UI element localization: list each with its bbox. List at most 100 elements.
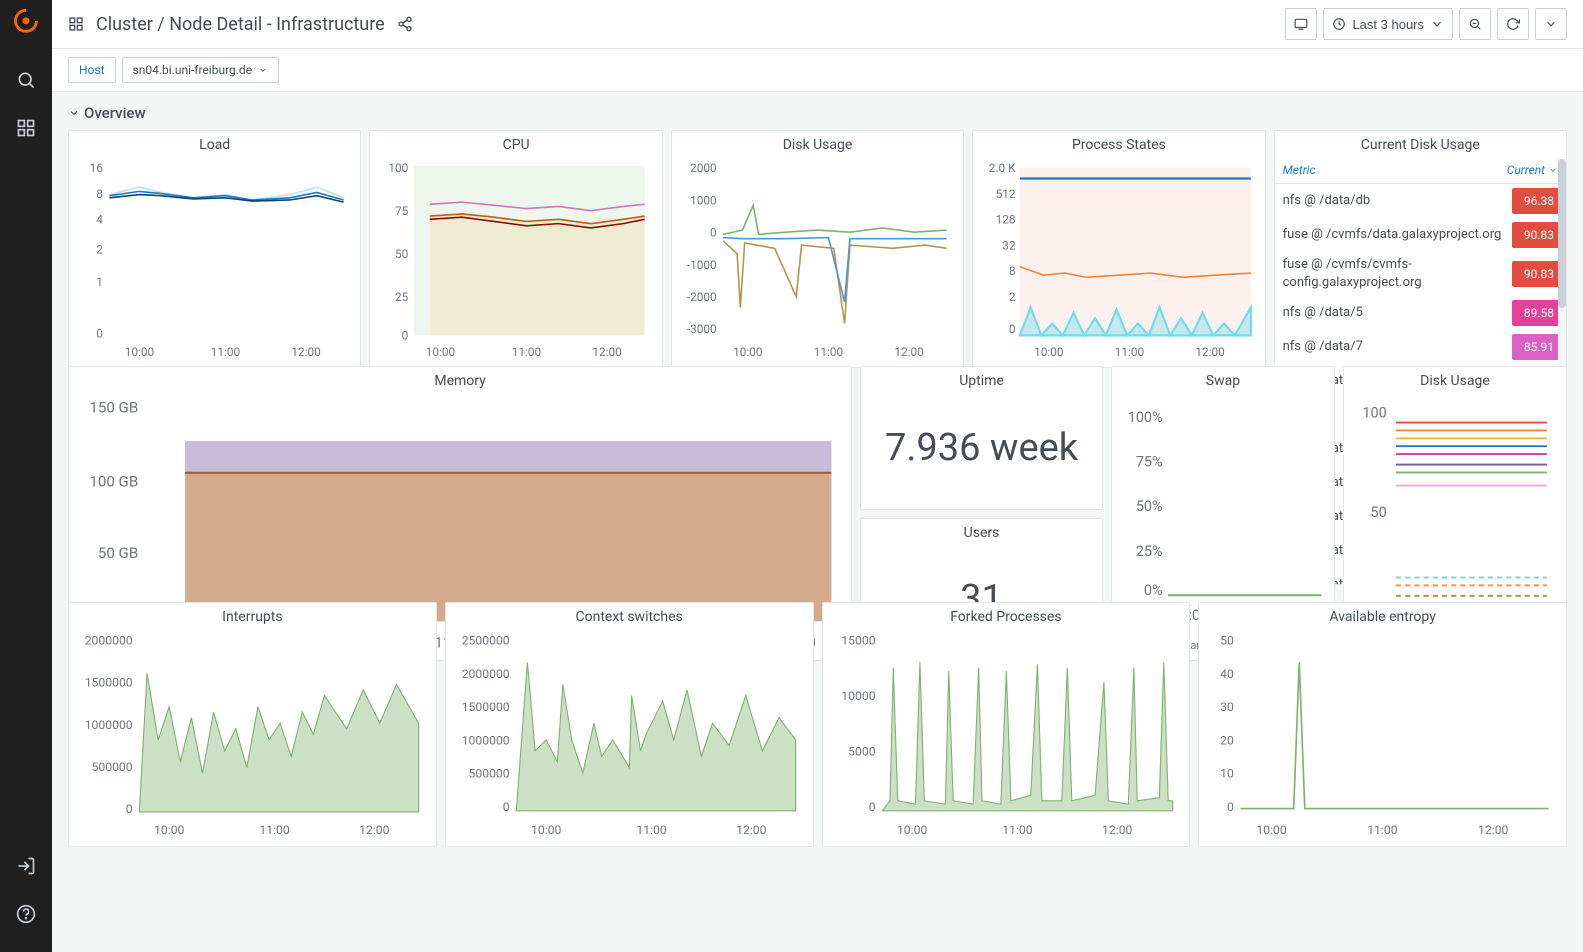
variable-label-host: Host xyxy=(68,57,116,83)
dashboard-content: Overview Load 16 8 4 2 1 0 xyxy=(52,92,1583,952)
column-metric[interactable]: Metric xyxy=(1283,163,1507,177)
svg-text:0: 0 xyxy=(126,802,133,816)
panel-title: Swap xyxy=(1118,373,1328,389)
variables-row: Host sn04.bi.uni-freiburg.de xyxy=(52,49,1583,92)
svg-text:40: 40 xyxy=(1220,667,1234,681)
svg-text:2000: 2000 xyxy=(690,161,717,175)
metric-cell: nfs @ /data/7 xyxy=(1283,338,1506,356)
svg-text:0: 0 xyxy=(710,226,717,240)
svg-text:512: 512 xyxy=(996,187,1016,201)
table-row[interactable]: fuse @ /cvmfs/data.galaxyproject.org90.8… xyxy=(1275,218,1566,252)
nav-sidebar xyxy=(0,0,52,952)
panel-load[interactable]: Load 16 8 4 2 1 0 10:00 11:00 12: xyxy=(68,130,361,368)
refresh-button[interactable] xyxy=(1497,8,1529,40)
topbar: Cluster / Node Detail - Infrastructure L… xyxy=(52,0,1583,49)
svg-text:100: 100 xyxy=(1362,404,1386,421)
panel-uptime[interactable]: Uptime 7.936 week xyxy=(860,366,1103,510)
refresh-interval-button[interactable] xyxy=(1535,8,1567,40)
panel-cpu[interactable]: CPU 100 75 50 25 0 10:00 11:00 xyxy=(369,130,662,368)
svg-text:25: 25 xyxy=(395,290,409,304)
panel-title: Memory xyxy=(75,373,845,389)
chevron-down-icon xyxy=(1548,165,1558,175)
svg-text:11:00: 11:00 xyxy=(211,345,240,359)
svg-text:1500000: 1500000 xyxy=(85,676,133,690)
table-row[interactable]: fuse @ /cvmfs/cvmfs-config.galaxyproject… xyxy=(1275,252,1566,296)
panel-title: Users xyxy=(867,525,1096,541)
refresh-icon xyxy=(1506,17,1520,31)
svg-text:10:00: 10:00 xyxy=(1257,823,1288,837)
svg-text:0%: 0% xyxy=(1144,582,1163,599)
help-icon[interactable] xyxy=(16,904,36,924)
monitor-icon xyxy=(1294,17,1308,31)
panel-title: Available entropy xyxy=(1205,609,1560,625)
svg-text:16: 16 xyxy=(90,161,104,175)
svg-text:2: 2 xyxy=(96,243,103,257)
section-overview[interactable]: Overview xyxy=(68,104,1567,122)
svg-text:12:00: 12:00 xyxy=(1196,345,1225,359)
uptime-value: 7.936 week xyxy=(867,393,1096,503)
panel-title: Disk Usage xyxy=(1350,373,1560,389)
chevron-down-icon xyxy=(1544,17,1558,31)
svg-text:10: 10 xyxy=(1220,767,1234,781)
panel-forked-processes[interactable]: Forked Processes 15000 10000 5000 0 10:0… xyxy=(822,602,1191,847)
chevron-down-icon xyxy=(258,65,268,75)
svg-text:4: 4 xyxy=(96,213,103,227)
svg-text:15000: 15000 xyxy=(841,634,875,648)
svg-text:11:00: 11:00 xyxy=(512,345,541,359)
svg-text:12:00: 12:00 xyxy=(1478,823,1509,837)
table-row[interactable]: nfs @ /data/db96.38 xyxy=(1275,184,1566,218)
variable-select-host[interactable]: sn04.bi.uni-freiburg.de xyxy=(122,57,280,83)
panel-title: Process States xyxy=(979,137,1258,153)
svg-text:10000: 10000 xyxy=(841,689,875,703)
svg-text:11:00: 11:00 xyxy=(814,345,843,359)
svg-text:100 GB: 100 GB xyxy=(89,473,138,491)
panel-entropy[interactable]: Available entropy 50 40 30 20 10 0 10:00… xyxy=(1198,602,1567,847)
svg-text:1: 1 xyxy=(96,275,103,289)
panel-title: Current Disk Usage xyxy=(1275,131,1566,153)
svg-text:1500000: 1500000 xyxy=(461,700,509,714)
svg-text:12:00: 12:00 xyxy=(593,345,622,359)
svg-text:5000: 5000 xyxy=(848,744,876,758)
search-icon[interactable] xyxy=(16,70,36,90)
panel-title: Uptime xyxy=(867,373,1096,389)
svg-text:20: 20 xyxy=(1220,733,1234,747)
signin-icon[interactable] xyxy=(16,856,36,876)
table-row[interactable]: nfs @ /data/785.91 xyxy=(1275,330,1566,364)
dashboard-title[interactable]: Cluster / Node Detail - Infrastructure xyxy=(96,14,385,35)
svg-text:75%: 75% xyxy=(1136,454,1163,471)
chevron-down-icon xyxy=(68,107,80,119)
svg-text:-1000: -1000 xyxy=(687,258,717,272)
panel-title: Interrupts xyxy=(75,609,430,625)
chevron-down-icon xyxy=(1430,17,1444,31)
zoom-out-button[interactable] xyxy=(1459,8,1491,40)
tv-button[interactable] xyxy=(1285,8,1317,40)
svg-text:2: 2 xyxy=(1009,290,1016,304)
apps-icon[interactable] xyxy=(16,118,36,138)
svg-text:1000000: 1000000 xyxy=(461,733,509,747)
svg-text:1000000: 1000000 xyxy=(85,718,133,732)
svg-text:50: 50 xyxy=(1370,504,1386,521)
svg-text:10:00: 10:00 xyxy=(733,345,762,359)
column-current[interactable]: Current xyxy=(1507,163,1558,177)
svg-text:0: 0 xyxy=(96,327,103,341)
panel-process-states[interactable]: Process States 2.0 K 512 128 32 8 2 0 xyxy=(972,130,1265,368)
share-icon[interactable] xyxy=(397,16,413,32)
svg-text:100%: 100% xyxy=(1128,409,1163,426)
svg-text:10:00: 10:00 xyxy=(426,345,455,359)
svg-text:8: 8 xyxy=(96,187,103,201)
timerange-button[interactable]: Last 3 hours xyxy=(1323,8,1453,40)
panel-disk-usage-rate[interactable]: Disk Usage 2000 1000 0 -1000 -2000 -3000… xyxy=(671,130,964,368)
svg-text:11:00: 11:00 xyxy=(259,823,290,837)
svg-text:12:00: 12:00 xyxy=(359,823,390,837)
table-row[interactable]: nfs @ /data/589.58 xyxy=(1275,296,1566,330)
svg-text:10:00: 10:00 xyxy=(1034,345,1063,359)
panel-interrupts[interactable]: Interrupts 2000000 1500000 1000000 50000… xyxy=(68,602,437,847)
svg-text:12:00: 12:00 xyxy=(1102,823,1133,837)
panel-context-switches[interactable]: Context switches 2500000 2000000 1500000… xyxy=(445,602,814,847)
grafana-logo-icon[interactable] xyxy=(12,8,40,36)
panel-title: CPU xyxy=(376,137,655,153)
svg-text:50: 50 xyxy=(1220,634,1234,648)
svg-text:2000000: 2000000 xyxy=(85,634,133,648)
metric-cell: fuse @ /cvmfs/data.galaxyproject.org xyxy=(1283,226,1506,244)
dashboard-icon[interactable] xyxy=(68,16,84,32)
